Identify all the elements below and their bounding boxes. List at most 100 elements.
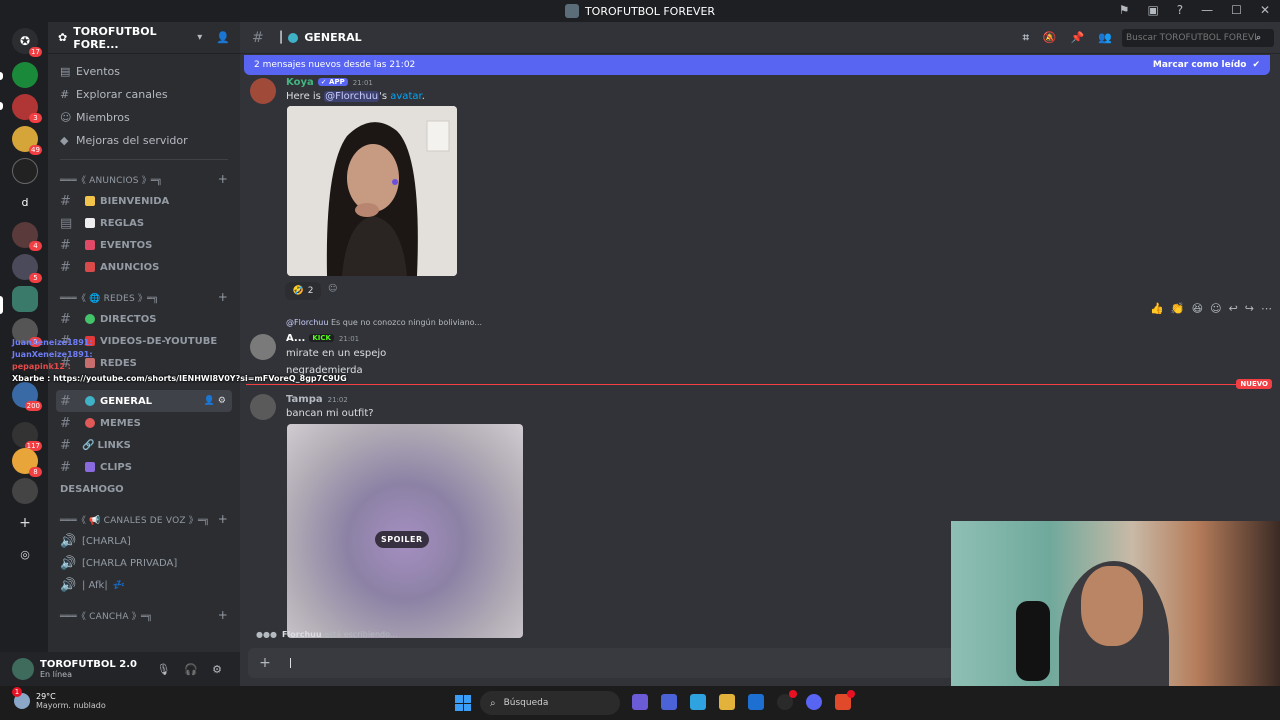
- teams-icon[interactable]: [661, 694, 677, 710]
- voice-channel-charla-privada[interactable]: 🔊 [CHARLA PRIVADA]: [56, 552, 232, 574]
- voice-channel-charla[interactable]: 🔊 [CHARLA]: [56, 530, 232, 552]
- plus-icon[interactable]: +: [218, 290, 228, 304]
- mark-read-button[interactable]: Marcar como leído: [1153, 60, 1247, 70]
- upload-plus-icon[interactable]: +: [256, 654, 274, 672]
- headphones-icon[interactable]: 🎧: [184, 663, 198, 676]
- voice-channel-afk[interactable]: 🔊 | Afk| 💤: [56, 574, 232, 596]
- category-cancha[interactable]: ═══《 CANCHA 》═╗ +: [48, 604, 240, 626]
- obs-icon[interactable]: [777, 690, 797, 710]
- channel-eventos[interactable]: # EVENTOS: [56, 234, 232, 256]
- server-icon[interactable]: 4: [12, 222, 42, 251]
- category-canales-de-voz[interactable]: ═══《 📢 CANALES DE VOZ 》═╗ +: [48, 508, 240, 530]
- channel-directos[interactable]: # DIRECTOS: [56, 308, 232, 330]
- mention[interactable]: @Florchuu: [324, 91, 380, 102]
- search-field[interactable]: [1126, 32, 1256, 43]
- windows-start-icon[interactable]: [455, 695, 471, 711]
- server-icon[interactable]: 49: [12, 126, 42, 155]
- category-redes[interactable]: ═══《 🌐 REDES 》═╗ +: [48, 286, 240, 308]
- channel-header: # ┃ GENERAL ⌗ 🔕 📌 👥 ⌕: [240, 22, 1280, 54]
- server-icon[interactable]: d: [12, 190, 38, 216]
- channel-anuncios[interactable]: # ANUNCIOS: [56, 256, 232, 278]
- message-author[interactable]: Tampa 21:02: [286, 394, 348, 405]
- plus-icon[interactable]: +: [218, 512, 228, 526]
- gear-icon[interactable]: ⚙: [212, 663, 222, 676]
- mute-icon[interactable]: 🔕: [1043, 31, 1057, 45]
- add-server-icon[interactable]: +: [12, 510, 38, 536]
- weather-widget[interactable]: 1 29°C Mayorm. nublado: [12, 687, 106, 710]
- reaction-laugh[interactable]: 🤣 2: [285, 282, 321, 300]
- plus-icon[interactable]: +: [218, 172, 228, 186]
- add-reaction-icon[interactable]: ☺: [328, 284, 342, 298]
- laugh-icon[interactable]: 😆: [1192, 302, 1203, 315]
- server-icon[interactable]: 117: [12, 422, 42, 451]
- taskbar-search[interactable]: ⌕ Búsqueda: [480, 691, 620, 715]
- add-reaction-icon[interactable]: ☺: [1210, 302, 1221, 315]
- avatar-image[interactable]: [287, 106, 457, 276]
- more-icon[interactable]: ⋯: [1261, 302, 1272, 315]
- help-icon[interactable]: ?: [1177, 3, 1183, 17]
- close-icon[interactable]: ✕: [1260, 3, 1270, 17]
- avatar[interactable]: [12, 658, 34, 680]
- server-icon[interactable]: 200: [12, 382, 42, 411]
- pin-icon[interactable]: 📌: [1071, 31, 1085, 45]
- avatar[interactable]: [250, 78, 276, 104]
- server-icon[interactable]: [12, 62, 38, 88]
- menu-boosts[interactable]: ◆ Mejoras del servidor: [48, 129, 240, 151]
- server-header[interactable]: ✿ TOROFUTBOL FORE... ▾ 👤: [48, 22, 240, 54]
- temperature: 29°C: [36, 692, 56, 701]
- channel-desahogo[interactable]: DESAHOGO: [56, 478, 232, 500]
- avatar-link[interactable]: avatar: [390, 91, 421, 102]
- hashtag-icon: #: [60, 459, 71, 475]
- threads-icon[interactable]: ⌗: [1023, 31, 1029, 45]
- server-icon[interactable]: [12, 478, 38, 504]
- members-icon[interactable]: 👥: [1098, 31, 1112, 45]
- server-icon[interactable]: 5: [12, 254, 42, 283]
- message-author[interactable]: Koya ✓ APP 21:01: [286, 77, 373, 88]
- app-icon[interactable]: [835, 690, 855, 710]
- inbox-icon[interactable]: ⚑: [1119, 3, 1130, 17]
- channel-reglas[interactable]: ▤ REGLAS: [56, 212, 232, 234]
- banner-text: 2 mensajes nuevos desde las 21:02: [254, 60, 416, 70]
- channel-links[interactable]: # 🔗 LINKS: [56, 434, 232, 456]
- search-input[interactable]: ⌕: [1122, 28, 1274, 47]
- server-icon[interactable]: 3: [12, 94, 42, 123]
- clap-icon[interactable]: 👏: [1171, 302, 1185, 315]
- forward-icon[interactable]: ↪: [1245, 302, 1254, 315]
- spoiler-image[interactable]: SPOILER: [287, 424, 523, 638]
- folder-icon[interactable]: [719, 694, 735, 710]
- channel-general[interactable]: # GENERAL 👤 ⚙: [56, 390, 232, 412]
- photo-illustration: [287, 106, 457, 276]
- channel-memes[interactable]: # MEMES: [56, 412, 232, 434]
- chrome-icon[interactable]: [690, 694, 706, 710]
- server-icon[interactable]: 8: [12, 448, 42, 477]
- channel-clips[interactable]: # CLIPS: [56, 456, 232, 478]
- server-icon-torofutbol[interactable]: [12, 286, 38, 312]
- new-messages-banner[interactable]: 2 mensajes nuevos desde las 21:02 Marcar…: [244, 55, 1270, 75]
- link-icon: 🔗: [82, 439, 95, 451]
- microphone-icon[interactable]: 🎙: [156, 663, 170, 676]
- server-icon[interactable]: [12, 158, 38, 184]
- minimize-icon[interactable]: —: [1201, 3, 1213, 17]
- widgets-icon[interactable]: [632, 694, 648, 710]
- menu-events[interactable]: ▤ Eventos: [48, 60, 240, 82]
- speaker-icon: 🔊: [60, 577, 77, 593]
- store-icon[interactable]: [748, 694, 764, 710]
- add-user-icon[interactable]: 👤: [216, 31, 230, 44]
- maximize-icon[interactable]: ☐: [1231, 3, 1242, 17]
- avatar[interactable]: [250, 394, 276, 420]
- hashtag-icon: #: [60, 415, 71, 431]
- home-button[interactable]: ✪ 17: [12, 28, 42, 57]
- reply-preview[interactable]: @Florchuu Es que no conozco ningún boliv…: [286, 318, 482, 327]
- discord-icon[interactable]: [806, 694, 822, 710]
- settings-icon[interactable]: 👤 ⚙: [204, 396, 226, 406]
- plus-icon[interactable]: +: [218, 608, 228, 622]
- category-anuncios[interactable]: ═══《 ANUNCIOS 》═╗ +: [48, 168, 240, 190]
- menu-members[interactable]: ☺ Miembros: [48, 106, 240, 128]
- discover-icon[interactable]: ◎: [12, 542, 38, 568]
- chevron-down-icon[interactable]: ▾: [197, 32, 202, 43]
- reply-icon[interactable]: ↩: [1229, 302, 1238, 315]
- thumbs-up-icon[interactable]: 👍: [1150, 302, 1164, 315]
- menu-browse-channels[interactable]: # Explorar canales: [48, 83, 240, 105]
- channel-bienvenida[interactable]: # BIENVENIDA: [56, 190, 232, 212]
- screen-icon[interactable]: ▣: [1147, 3, 1158, 17]
